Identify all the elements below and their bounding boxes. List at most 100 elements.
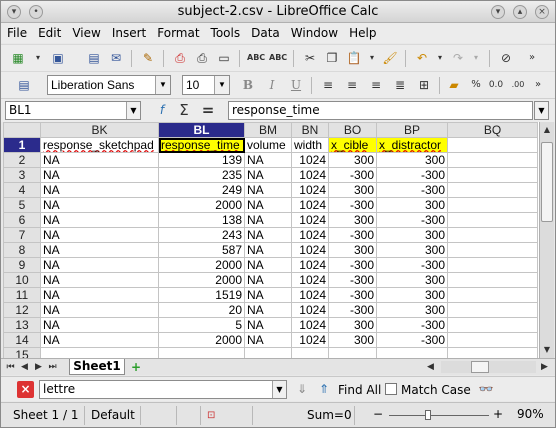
vertical-scroll-thumb[interactable]	[541, 142, 553, 222]
column-header[interactable]: BM	[244, 122, 292, 138]
cell[interactable]: NA	[244, 287, 292, 303]
row-header[interactable]: 11	[3, 287, 41, 303]
cell[interactable]: 300	[328, 332, 377, 348]
find-next-icon[interactable]: ⇓	[293, 380, 311, 398]
cell[interactable]: -300	[376, 182, 448, 198]
column-header-selected[interactable]: BL	[158, 122, 245, 138]
cell[interactable]	[447, 242, 538, 258]
cell[interactable]: NA	[244, 302, 292, 318]
find-input[interactable]: lettre ▼	[39, 380, 287, 399]
formula-input[interactable]: response_time	[228, 101, 533, 120]
autospell-icon[interactable]: ABC	[269, 49, 287, 67]
undo-dropdown-icon[interactable]: ▾	[431, 49, 449, 67]
justify-icon[interactable]: ≣	[391, 76, 409, 94]
cell[interactable]	[244, 347, 292, 358]
cell[interactable]: 300	[328, 182, 377, 198]
align-right-icon[interactable]: ≡	[367, 76, 385, 94]
redo-icon[interactable]: ↷	[449, 49, 467, 67]
row-header[interactable]: 5	[3, 197, 41, 213]
cell[interactable]: -300	[328, 287, 377, 303]
new-icon[interactable]: ▦	[9, 49, 27, 67]
row-header[interactable]: 4	[3, 182, 41, 198]
cell[interactable]	[376, 347, 448, 358]
redo-dropdown-icon[interactable]: ▾	[467, 49, 485, 67]
cell[interactable]	[447, 152, 538, 168]
cell[interactable]: NA	[40, 167, 159, 183]
cell[interactable]: 300	[328, 317, 377, 333]
cell[interactable]	[447, 302, 538, 318]
cell[interactable]: -300	[328, 167, 377, 183]
cell[interactable]: NA	[244, 242, 292, 258]
cell[interactable]: 1024	[291, 152, 329, 168]
save-as-icon[interactable]: ▤	[85, 49, 103, 67]
cell[interactable]: 1024	[291, 167, 329, 183]
row-header[interactable]: 13	[3, 317, 41, 333]
prev-sheet-icon[interactable]: ◀	[19, 361, 30, 373]
match-case-checkbox[interactable]	[385, 383, 397, 395]
find-previous-icon[interactable]: ⇑	[315, 380, 333, 398]
cell[interactable]: NA	[40, 227, 159, 243]
cell[interactable]: 300	[376, 287, 448, 303]
cell[interactable]: 235	[158, 167, 245, 183]
menu-format[interactable]: Format	[151, 23, 204, 40]
next-sheet-icon[interactable]: ▶	[33, 361, 44, 373]
zoom-in-icon[interactable]: +	[493, 407, 503, 421]
cell[interactable]	[447, 212, 538, 228]
edit-file-icon[interactable]: ✎	[139, 49, 157, 67]
column-header[interactable]: BN	[291, 122, 329, 138]
cell[interactable]	[447, 347, 538, 358]
minimize-icon[interactable]: ▾	[491, 5, 505, 19]
save-icon[interactable]: ▣	[49, 49, 67, 67]
cell[interactable]: -300	[376, 167, 448, 183]
menu-data[interactable]: Data	[245, 23, 285, 40]
cell[interactable]: NA	[40, 257, 159, 273]
print-icon[interactable]: ⎙	[193, 49, 211, 67]
spellcheck-icon[interactable]: ABC	[247, 49, 265, 67]
menu-help[interactable]: Help	[343, 23, 381, 40]
cell[interactable]: NA	[40, 287, 159, 303]
cell[interactable]: 300	[376, 197, 448, 213]
cell[interactable]: 300	[376, 242, 448, 258]
cell[interactable]: 243	[158, 227, 245, 243]
cell[interactable]: 300	[328, 242, 377, 258]
menu-file[interactable]: File	[1, 23, 32, 40]
hyperlink-icon[interactable]: ⊘	[497, 49, 515, 67]
cell[interactable]	[447, 287, 538, 303]
toolbar-overflow-icon[interactable]: »	[529, 76, 547, 94]
vertical-scrollbar[interactable]: ▲ ▼	[539, 122, 554, 358]
chevron-down-icon[interactable]: ▼	[126, 102, 140, 119]
cell[interactable]: 1024	[291, 287, 329, 303]
sum-icon[interactable]: Σ	[175, 101, 193, 119]
cell[interactable]	[291, 347, 329, 358]
cell[interactable]: NA	[244, 272, 292, 288]
cell[interactable]: -300	[328, 257, 377, 273]
email-icon[interactable]: ✉	[107, 49, 125, 67]
cell[interactable]: NA	[244, 152, 292, 168]
cell[interactable]: 138	[158, 212, 245, 228]
close-icon[interactable]: ×	[535, 5, 549, 19]
copy-icon[interactable]: ❐	[323, 49, 341, 67]
cell[interactable]: 1024	[291, 242, 329, 258]
cell[interactable]	[447, 257, 538, 273]
last-sheet-icon[interactable]: ⏭	[47, 361, 58, 373]
select-all-corner[interactable]	[3, 122, 41, 138]
merge-cells-icon[interactable]: ⊞	[415, 76, 433, 94]
cell[interactable]	[447, 137, 538, 153]
cell[interactable]: NA	[40, 272, 159, 288]
cell[interactable]: response_sketchpad	[40, 137, 159, 153]
cell[interactable]: 1519	[158, 287, 245, 303]
bold-icon[interactable]: B	[239, 76, 257, 94]
row-header[interactable]: 12	[3, 302, 41, 318]
cell[interactable]: NA	[40, 302, 159, 318]
chevron-down-icon[interactable]: ▼	[214, 76, 229, 94]
cell[interactable]: 300	[328, 152, 377, 168]
expand-formula-icon[interactable]: ▼	[534, 101, 549, 120]
scroll-left-icon[interactable]: ◀	[425, 361, 436, 373]
cut-icon[interactable]: ✂	[301, 49, 319, 67]
horizontal-scrollbar[interactable]	[441, 361, 536, 373]
row-header[interactable]: 9	[3, 257, 41, 273]
cell[interactable]: 1024	[291, 302, 329, 318]
cell[interactable]: 300	[376, 302, 448, 318]
export-pdf-icon[interactable]: ⎙	[171, 49, 189, 67]
cell[interactable]: -300	[328, 197, 377, 213]
